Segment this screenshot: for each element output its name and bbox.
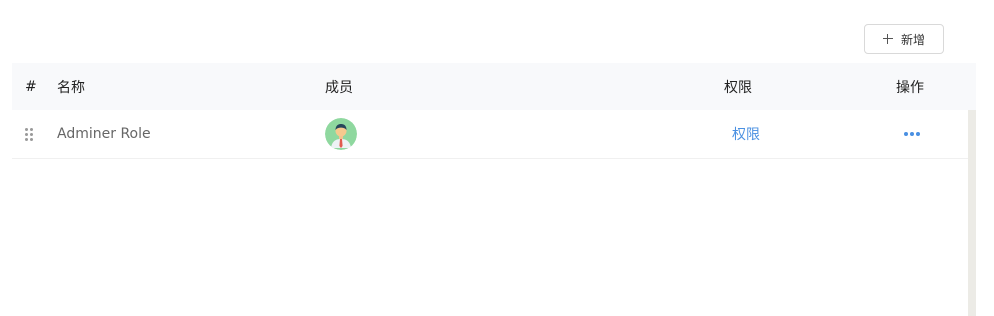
roles-table: # 名称 成员 权限 操作 Adminer Role 权限 [12,63,976,159]
permissions-cell: 权限 [724,124,896,144]
row-drag-cell [12,127,57,141]
plus-icon [882,34,893,44]
column-header-actions: 操作 [896,79,924,96]
avatar-icon[interactable] [325,118,357,150]
add-button-label: 新增 [900,32,925,47]
more-icon[interactable] [904,132,976,136]
column-header-name[interactable]: 名称 [57,77,325,97]
add-button[interactable]: 新增 [864,24,944,54]
permissions-link[interactable]: 权限 [732,127,760,143]
column-header-members[interactable]: 成员 [325,77,724,97]
vertical-scrollbar[interactable] [968,110,976,316]
members-cell [325,118,724,150]
table-row: Adminer Role 权限 [12,110,976,159]
role-name: Adminer Role [57,126,151,142]
table-header: # 名称 成员 权限 操作 [12,63,976,110]
column-header-permissions[interactable]: 权限 [724,77,896,97]
actions-cell [896,132,976,136]
drag-handle-icon[interactable] [25,127,33,141]
roles-page: 新增 # 名称 成员 权限 操作 Adminer Role 权限 [0,0,994,316]
column-header-index: # [25,78,37,95]
